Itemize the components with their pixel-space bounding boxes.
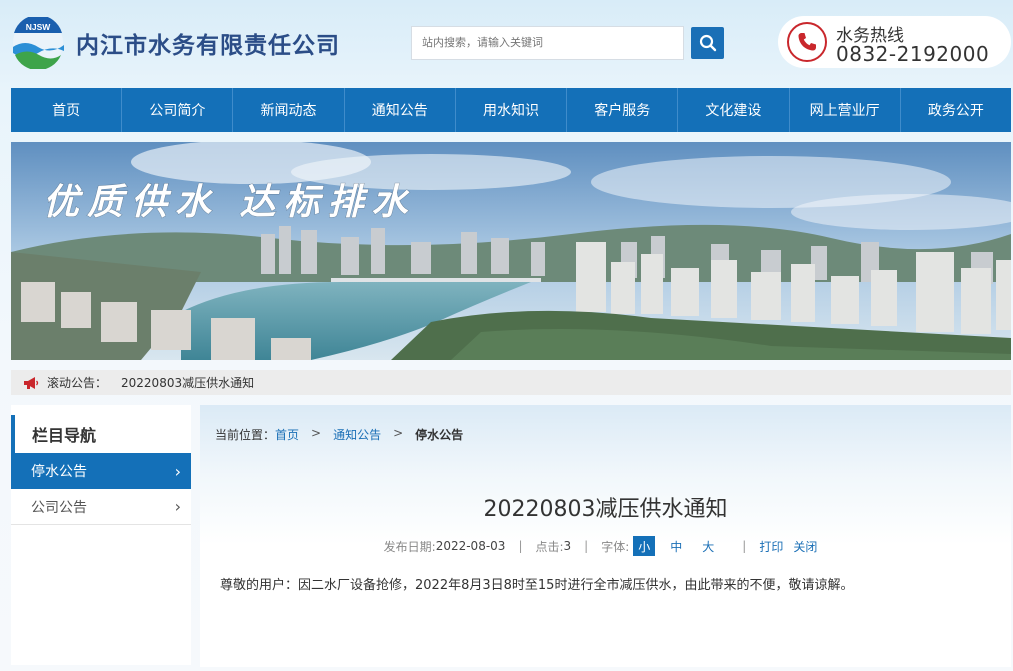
breadcrumb-section-link[interactable]: 通知公告 — [333, 426, 381, 443]
publish-date: 2022-08-03 — [435, 539, 506, 553]
hotline-box: 水务热线 0832-2192000 — [778, 16, 1011, 68]
breadcrumb-home-link[interactable]: 首页 — [275, 426, 299, 443]
breadcrumb-current: 停水公告 — [415, 428, 464, 442]
announcement-ticker: 滚动公告： 20220803减压供水通知 — [11, 370, 1011, 395]
print-link[interactable]: 打印 — [759, 538, 783, 555]
nav-item-culture[interactable]: 文化建设 — [678, 88, 790, 132]
nav-item-news[interactable]: 新闻动态 — [233, 88, 345, 132]
nav-item-water-knowledge[interactable]: 用水知识 — [456, 88, 568, 132]
nav-item-government-affairs[interactable]: 政务公开 — [901, 88, 1011, 132]
site-header: NJSW 内江市水务有限责任公司 水务热线 0832-2192000 — [0, 0, 1013, 88]
chevron-right-icon: › — [174, 461, 181, 481]
banner-slogan: 优质供水 达标排水 — [43, 181, 416, 223]
company-logo[interactable]: NJSW — [11, 14, 66, 71]
close-link[interactable]: 关闭 — [793, 538, 817, 555]
meta-separator: | — [742, 539, 747, 553]
article-body: 尊敬的用户：因二水厂设备抢修，2022年8月3日8时至15时进行全市减压供水，由… — [220, 578, 854, 593]
font-medium-button[interactable]: 中 — [665, 536, 687, 556]
breadcrumb-separator: > — [311, 426, 322, 440]
font-small-button[interactable]: 小 — [633, 536, 656, 556]
city-river-image: 优质供水 达标排水 — [11, 142, 1011, 360]
chevron-right-icon: › — [174, 497, 181, 516]
logo-lettering: NJSW — [26, 22, 52, 32]
company-name: 内江市水务有限责任公司 — [76, 33, 340, 59]
ticker-link[interactable]: 20220803减压供水通知 — [121, 374, 254, 391]
megaphone-icon — [23, 376, 39, 390]
search-input[interactable] — [411, 26, 684, 60]
article-title: 20220803减压供水通知 — [483, 497, 728, 522]
nav-item-notices[interactable]: 通知公告 — [345, 88, 456, 132]
nav-item-online-hall[interactable]: 网上营业厅 — [790, 88, 901, 132]
font-size-label: 字体: — [601, 539, 630, 554]
hotline-number: 0832-2192000 — [836, 42, 990, 66]
sidebar-title: 栏目导航 — [11, 415, 191, 453]
phone-icon — [787, 22, 827, 62]
breadcrumb-separator: > — [393, 426, 404, 440]
sidebar-item-label: 公司公告 — [31, 499, 87, 516]
date-label: 发布日期: — [383, 539, 436, 554]
meta-separator: | — [518, 539, 523, 553]
sidebar-item-label: 停水公告 — [31, 464, 87, 480]
breadcrumb-label: 当前位置： — [215, 428, 276, 442]
meta-separator: | — [584, 539, 589, 553]
article-meta: 发布日期: 2022-08-03 | 点击: 3 | 字体: 小 中 大 | 打… — [200, 536, 1011, 556]
sidebar-item-outage-notices[interactable]: 停水公告 › — [11, 453, 191, 489]
clicks-label: 点击: — [535, 539, 564, 554]
ticker-label: 滚动公告： — [47, 376, 108, 390]
click-count: 3 — [563, 539, 572, 553]
search-button[interactable] — [691, 27, 724, 59]
nav-item-customer-service[interactable]: 客户服务 — [567, 88, 679, 132]
sidebar-item-company-notices[interactable]: 公司公告 › — [11, 489, 191, 525]
main-nav: 首页 公司简介 新闻动态 通知公告 用水知识 客户服务 文化建设 网上营业厅 政… — [11, 88, 1011, 132]
nav-item-about[interactable]: 公司简介 — [122, 88, 234, 132]
font-large-button[interactable]: 大 — [697, 536, 719, 556]
nav-item-home[interactable]: 首页 — [11, 88, 123, 132]
hero-banner: 优质供水 达标排水 — [11, 142, 1011, 360]
article-panel: 当前位置： 首页 > 通知公告 > 停水公告 20220803减压供水通知 发布… — [200, 405, 1011, 667]
breadcrumb: 当前位置： 首页 > 通知公告 > 停水公告 — [215, 426, 463, 443]
sidebar: 栏目导航 停水公告 › 公司公告 › — [11, 405, 191, 665]
search-icon — [699, 34, 716, 52]
